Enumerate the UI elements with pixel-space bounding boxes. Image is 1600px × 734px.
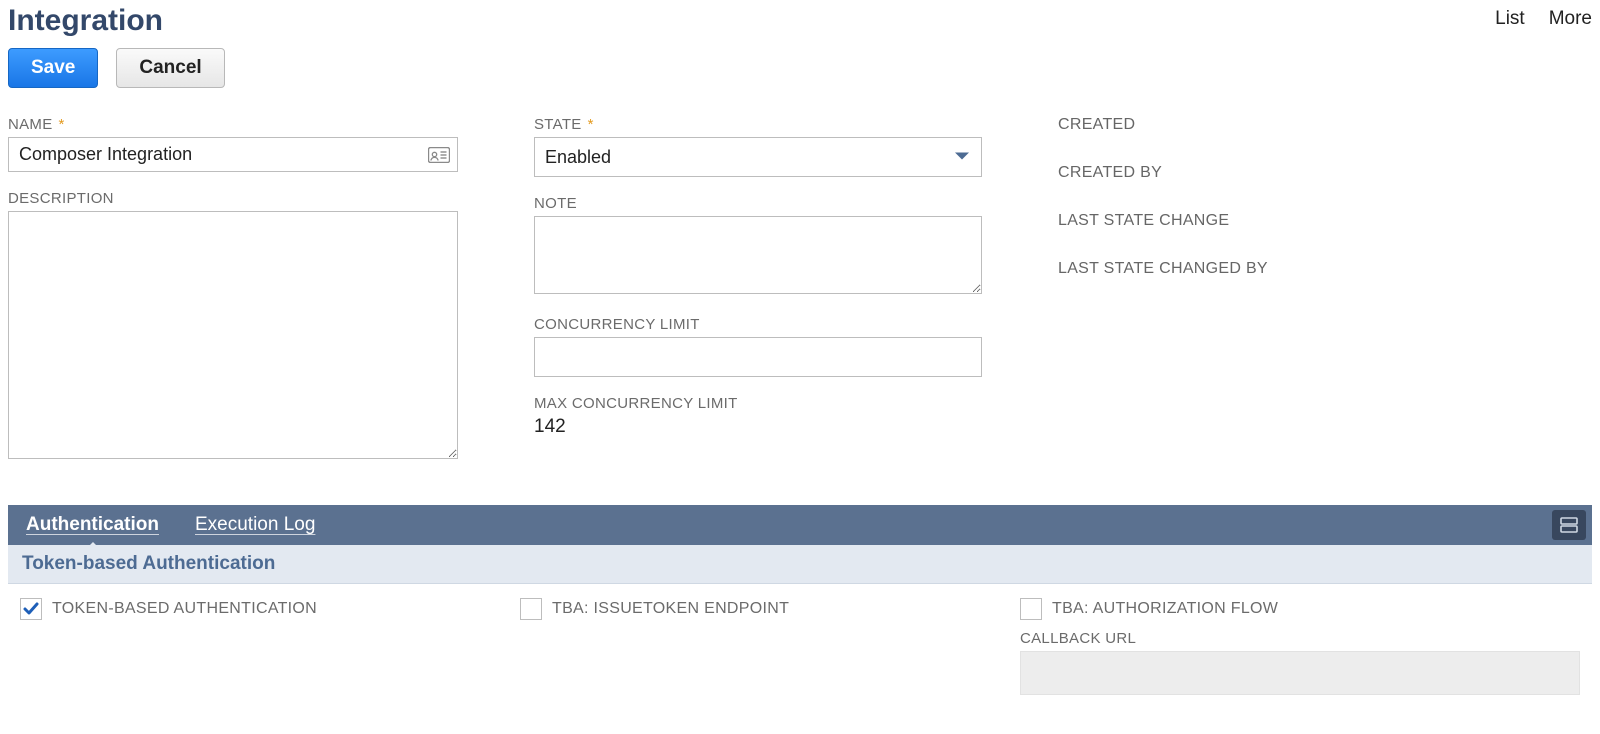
callback-url-label: CALLBACK URL	[1020, 630, 1580, 647]
state-select[interactable]	[534, 137, 982, 177]
id-card-icon[interactable]	[426, 145, 452, 165]
concurrency-limit-label: CONCURRENCY LIMIT	[534, 316, 982, 333]
chevron-down-icon[interactable]	[954, 149, 970, 166]
tab-authentication[interactable]: Authentication	[26, 510, 159, 540]
auth-section-title: Token-based Authentication	[8, 545, 1592, 584]
rows-icon	[1560, 517, 1578, 533]
tba-authflow-label: TBA: AUTHORIZATION FLOW	[1052, 600, 1278, 618]
header-link-more[interactable]: More	[1549, 8, 1592, 30]
description-label: DESCRIPTION	[8, 190, 458, 207]
max-concurrency-label: MAX CONCURRENCY LIMIT	[534, 395, 982, 412]
last-state-changed-by-label: LAST STATE CHANGED BY	[1058, 260, 1592, 278]
tba-checkbox[interactable]	[20, 598, 42, 620]
action-button-bar: Save Cancel	[8, 48, 1592, 88]
required-star-icon: *	[588, 116, 594, 133]
save-button[interactable]: Save	[8, 48, 98, 88]
note-label: NOTE	[534, 195, 982, 212]
tba-authflow-checkbox[interactable]	[1020, 598, 1042, 620]
state-label: STATE *	[534, 116, 982, 133]
header-link-list[interactable]: List	[1495, 8, 1525, 30]
expand-panel-button[interactable]	[1552, 510, 1586, 540]
created-by-label: CREATED BY	[1058, 164, 1592, 182]
header-links: List More	[1495, 8, 1592, 30]
callback-url-input[interactable]	[1020, 651, 1580, 695]
state-label-text: STATE	[534, 116, 582, 133]
page-title: Integration	[8, 4, 163, 38]
name-label-text: NAME	[8, 116, 53, 133]
last-state-change-label: LAST STATE CHANGE	[1058, 212, 1592, 230]
required-star-icon: *	[59, 116, 65, 133]
description-textarea[interactable]	[8, 211, 458, 459]
tab-bar: Authentication Execution Log	[8, 505, 1592, 545]
concurrency-limit-input[interactable]	[534, 337, 982, 377]
created-label: CREATED	[1058, 116, 1592, 134]
note-textarea[interactable]	[534, 216, 982, 294]
max-concurrency-value: 142	[534, 416, 982, 438]
name-input[interactable]	[8, 137, 458, 172]
tba-issuetoken-label: TBA: ISSUETOKEN ENDPOINT	[552, 600, 789, 618]
name-label: NAME *	[8, 116, 458, 133]
cancel-button[interactable]: Cancel	[116, 48, 224, 88]
tba-checkbox-label: TOKEN-BASED AUTHENTICATION	[52, 600, 317, 618]
tab-execution-log[interactable]: Execution Log	[195, 510, 315, 540]
tba-issuetoken-checkbox[interactable]	[520, 598, 542, 620]
